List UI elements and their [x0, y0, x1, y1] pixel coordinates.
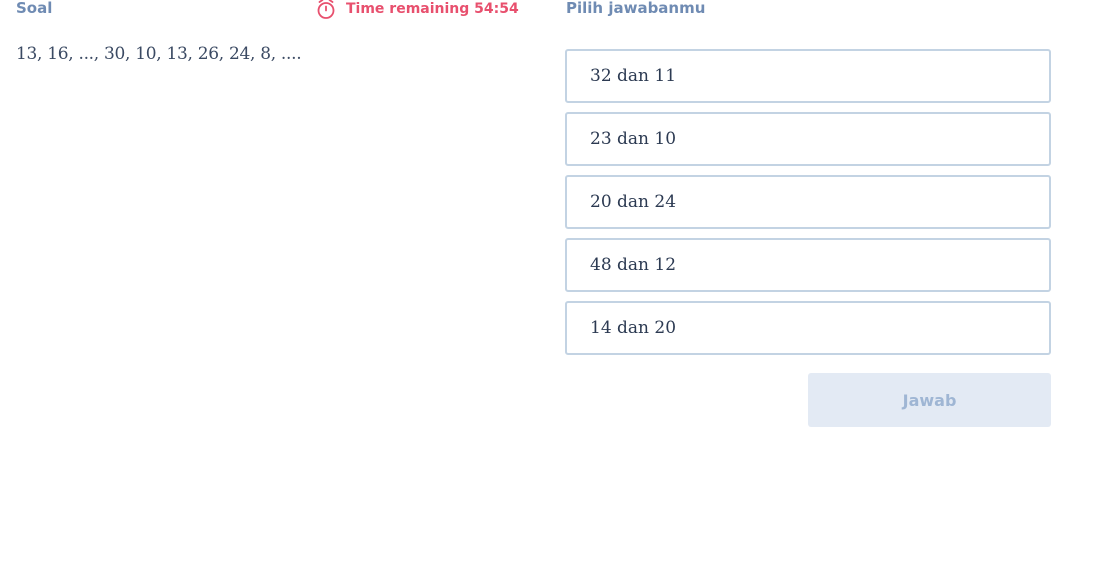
submit-answer-button[interactable]: Jawab [808, 373, 1051, 427]
answer-heading: Pilih jawabanmu [566, 0, 706, 17]
answer-option-1[interactable]: 32 dan 11 [565, 49, 1051, 103]
question-text: 13, 16, ..., 30, 10, 13, 26, 24, 8, .... [16, 44, 302, 64]
answer-option-3[interactable]: 20 dan 24 [565, 175, 1051, 229]
answer-option-label: 20 dan 24 [590, 192, 677, 212]
question-heading: Soal [16, 0, 53, 17]
timer-text: Time remaining 54:54 [346, 1, 519, 17]
answer-option-2[interactable]: 23 dan 10 [565, 112, 1051, 166]
answer-option-label: 23 dan 10 [590, 129, 677, 149]
answer-option-label: 32 dan 11 [590, 66, 677, 86]
alarm-clock-icon [317, 0, 335, 19]
answer-option-5[interactable]: 14 dan 20 [565, 301, 1051, 355]
timer: Time remaining 54:54 [316, 0, 519, 20]
answer-options: 32 dan 11 23 dan 10 20 dan 24 48 dan 12 … [565, 49, 1051, 364]
answer-option-label: 14 dan 20 [590, 318, 677, 338]
answer-option-label: 48 dan 12 [590, 255, 677, 275]
answer-option-4[interactable]: 48 dan 12 [565, 238, 1051, 292]
